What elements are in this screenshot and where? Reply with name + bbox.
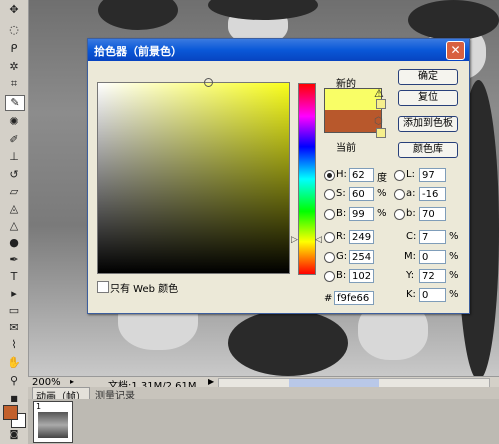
scrollbar-thumb[interactable] xyxy=(289,379,379,387)
path-selection-tool-icon[interactable]: ▸ xyxy=(5,287,23,301)
lab-l-input[interactable]: 97 xyxy=(419,168,446,182)
lab-b-radio[interactable] xyxy=(394,209,405,220)
hue-slider-left-arrow-icon[interactable]: ▷ xyxy=(291,235,298,245)
brightness-unit: % xyxy=(377,208,387,219)
brush-tool-icon[interactable]: ✐ xyxy=(5,133,23,147)
black-unit: % xyxy=(449,289,459,300)
lab-a-input[interactable]: -16 xyxy=(419,187,446,201)
history-brush-tool-icon[interactable]: ↺ xyxy=(5,168,23,182)
web-safe-correction-swatch[interactable] xyxy=(376,128,386,138)
shape-tool-icon[interactable]: ▭ xyxy=(5,304,23,318)
animation-frame[interactable]: 1 xyxy=(33,401,73,443)
hue-slider-right-arrow-icon[interactable]: ◁ xyxy=(315,235,322,245)
zoom-arrow-icon[interactable]: ▸ xyxy=(70,377,74,386)
marquee-tool-icon[interactable]: ◌ xyxy=(5,23,23,37)
cyan-unit: % xyxy=(449,231,459,242)
brightness-radio[interactable] xyxy=(324,209,335,220)
cyan-label: C: xyxy=(406,231,417,242)
color-picker-dialog: 拾色器（前景色） ✕ ▷ ◁ 只有 Web 颜色 新的 当前 ⚠ ⬡ 确定 复位… xyxy=(87,38,470,314)
hex-input[interactable]: f9fe66 xyxy=(334,291,374,305)
hex-label: # xyxy=(324,293,333,304)
saturation-input[interactable]: 60 xyxy=(349,187,374,201)
brightness-input[interactable]: 99 xyxy=(349,207,374,221)
yellow-label: Y: xyxy=(406,270,415,281)
hue-input[interactable]: 62 xyxy=(349,168,374,182)
current-color-label: 当前 xyxy=(336,143,356,154)
foreground-color-swatch[interactable] xyxy=(3,405,18,420)
zoom-tool-icon[interactable]: ⚲ xyxy=(5,374,23,388)
color-field[interactable] xyxy=(97,82,290,274)
color-field-marker[interactable] xyxy=(204,78,213,87)
color-libraries-button[interactable]: 颜色库 xyxy=(398,142,458,158)
hue-slider[interactable] xyxy=(298,83,316,275)
web-colors-only-checkbox[interactable] xyxy=(97,281,109,293)
clone-stamp-tool-icon[interactable]: ⊥ xyxy=(5,150,23,164)
saturation-label: S: xyxy=(336,188,346,199)
black-label: K: xyxy=(406,289,416,300)
quick-mask-icon[interactable]: ◙ xyxy=(5,428,23,442)
magenta-input[interactable]: 0 xyxy=(419,250,446,264)
red-radio[interactable] xyxy=(324,232,335,243)
type-tool-icon[interactable]: T xyxy=(5,270,23,284)
yellow-input[interactable]: 72 xyxy=(419,269,446,283)
status-menu-arrow-icon[interactable]: ▶ xyxy=(208,377,214,386)
healing-brush-tool-icon[interactable]: ✺ xyxy=(5,115,23,129)
blue-label: B: xyxy=(336,270,347,281)
default-colors-icon[interactable]: ■ xyxy=(5,392,23,406)
pen-tool-icon[interactable]: ✒ xyxy=(5,253,23,267)
green-input[interactable]: 254 xyxy=(349,250,374,264)
add-to-swatches-button[interactable]: 添加到色板 xyxy=(398,116,458,132)
reset-button[interactable]: 复位 xyxy=(398,90,458,106)
blue-input[interactable]: 102 xyxy=(349,269,374,283)
toolbox-panel: ✥ ◌ ᑭ ✲ ⌗ ✎ ✺ ✐ ⊥ ↺ ▱ ◬ △ ● ✒ T ▸ ▭ ✉ ⌇ … xyxy=(0,0,29,444)
frame-number: 1 xyxy=(36,402,42,411)
yellow-unit: % xyxy=(449,270,459,281)
eyedropper-tool-icon[interactable]: ✎ xyxy=(5,95,25,111)
web-safe-cube-icon: ⬡ xyxy=(374,116,383,127)
crop-tool-icon[interactable]: ⌗ xyxy=(5,77,23,91)
dialog-titlebar[interactable]: 拾色器（前景色） ✕ xyxy=(88,39,469,61)
gamut-correction-swatch[interactable] xyxy=(376,99,386,109)
hue-label: H: xyxy=(336,169,347,180)
dialog-title: 拾色器（前景色） xyxy=(94,45,182,58)
magenta-label: M: xyxy=(404,251,416,262)
red-label: R: xyxy=(336,231,347,242)
hue-unit: 度 xyxy=(377,173,387,184)
lab-l-radio[interactable] xyxy=(394,170,405,181)
dodge-tool-icon[interactable]: ● xyxy=(5,236,23,250)
magic-wand-tool-icon[interactable]: ✲ xyxy=(5,60,23,74)
red-input[interactable]: 249 xyxy=(349,230,374,244)
cyan-input[interactable]: 7 xyxy=(419,230,446,244)
lasso-tool-icon[interactable]: ᑭ xyxy=(5,42,23,56)
move-tool-icon[interactable]: ✥ xyxy=(5,3,23,17)
eraser-tool-icon[interactable]: ▱ xyxy=(5,185,23,199)
green-radio[interactable] xyxy=(324,252,335,263)
close-icon[interactable]: ✕ xyxy=(446,41,465,60)
lab-a-radio[interactable] xyxy=(394,189,405,200)
eyedropper2-tool-icon[interactable]: ⌇ xyxy=(5,338,23,352)
saturation-unit: % xyxy=(377,188,387,199)
black-input[interactable]: 0 xyxy=(419,288,446,302)
notes-tool-icon[interactable]: ✉ xyxy=(5,321,23,335)
hand-tool-icon[interactable]: ✋ xyxy=(5,356,23,370)
magenta-unit: % xyxy=(449,251,459,262)
saturation-radio[interactable] xyxy=(324,189,335,200)
lab-b-label: b: xyxy=(406,208,416,219)
lab-b-input[interactable]: 70 xyxy=(419,207,446,221)
web-colors-only-label: 只有 Web 颜色 xyxy=(110,284,179,295)
blue-radio[interactable] xyxy=(324,271,335,282)
green-label: G: xyxy=(336,251,348,262)
ok-button[interactable]: 确定 xyxy=(398,69,458,85)
hue-radio[interactable] xyxy=(324,170,335,181)
paint-bucket-tool-icon[interactable]: ◬ xyxy=(5,202,23,216)
blur-tool-icon[interactable]: △ xyxy=(5,219,23,233)
brightness-label: B: xyxy=(336,208,347,219)
lab-l-label: L: xyxy=(406,169,415,180)
animation-frames-area: 1 xyxy=(28,399,499,444)
lab-a-label: a: xyxy=(406,188,416,199)
frame-thumbnail xyxy=(38,412,68,438)
